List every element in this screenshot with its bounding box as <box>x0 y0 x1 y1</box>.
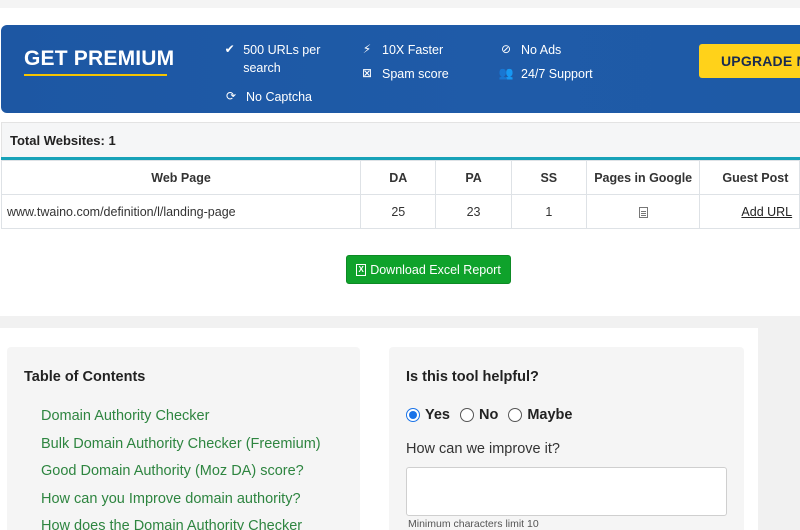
excel-icon: X <box>356 263 367 276</box>
min-characters-note: Minimum characters limit 10 <box>408 518 539 530</box>
download-excel-button[interactable]: X Download Excel Report <box>346 255 511 284</box>
feedback-options: Yes No Maybe <box>406 407 582 423</box>
toc-list: Domain Authority Checker Bulk Domain Aut… <box>41 407 321 530</box>
radio-no[interactable]: No <box>460 407 498 423</box>
banner-title-underline <box>24 74 167 76</box>
feature-no-ads: ⊘ No Ads <box>498 41 561 59</box>
toc-item[interactable]: Domain Authority Checker <box>41 407 321 435</box>
col-pa: PA <box>435 160 512 195</box>
users-icon: 👥 <box>498 66 514 80</box>
radio-yes-control[interactable] <box>406 408 420 422</box>
upgrade-button[interactable]: UPGRADE NOW <box>699 44 800 78</box>
table-header-row: Web Page DA PA SS Pages in Google Guest … <box>0 160 800 195</box>
row-guest-post: Add URL <box>699 194 800 229</box>
toc-item[interactable]: Good Domain Authority (Moz DA) score? <box>41 462 321 490</box>
improve-textarea[interactable] <box>406 467 727 516</box>
radio-maybe[interactable]: Maybe <box>508 407 572 423</box>
col-guest-post: Guest Post <box>699 160 800 195</box>
document-icon[interactable] <box>638 206 648 218</box>
results-table: Web Page DA PA SS Pages in Google Guest … <box>0 160 800 229</box>
feature-10x-faster: ⚡ 10X Faster <box>359 41 443 59</box>
feature-spam-score: ⊠ Spam score <box>359 65 449 83</box>
improve-label: How can we improve it? <box>406 441 560 457</box>
radio-maybe-control[interactable] <box>508 408 523 422</box>
banner-title: GET PREMIUM <box>24 47 175 70</box>
feature-500-urls: ✔ 500 URLs per search <box>224 42 321 75</box>
check-icon: ✔ <box>224 42 235 56</box>
feature-no-captcha: ⟳ No Captcha <box>223 88 312 106</box>
add-url-link[interactable]: Add URL <box>741 205 792 219</box>
top-strip <box>0 0 800 8</box>
toc-item[interactable]: How does the Domain Authority Checker <box>41 517 321 530</box>
row-pa: 23 <box>435 194 512 229</box>
row-pages-in-google <box>585 194 701 229</box>
toc-title: Table of Contents <box>24 369 146 385</box>
radio-yes[interactable]: Yes <box>406 407 450 423</box>
total-websites: Total Websites: 1 <box>1 122 800 158</box>
col-pages-in-google: Pages in Google <box>585 160 701 195</box>
radio-no-control[interactable] <box>460 408 474 422</box>
feedback-title: Is this tool helpful? <box>406 369 539 385</box>
table-row: www.twaino.com/definition/l/landing-page… <box>0 194 800 229</box>
feature-support: 👥 24/7 Support <box>498 66 593 81</box>
feedback-card: Is this tool helpful? Yes No Maybe How c… <box>389 347 744 530</box>
row-da: 25 <box>360 194 437 229</box>
toc-item[interactable]: How can you Improve domain authority? <box>41 490 321 518</box>
premium-banner: GET PREMIUM ✔ 500 URLs per search ⟳ No C… <box>1 25 800 113</box>
col-web-page: Web Page <box>0 160 362 195</box>
row-ss: 1 <box>510 194 587 229</box>
toc-card: Table of Contents Domain Authority Check… <box>7 347 360 530</box>
col-ss: SS <box>510 160 587 195</box>
bolt-icon: ⚡ <box>362 42 372 56</box>
refresh-icon: ⟳ <box>225 89 237 103</box>
col-da: DA <box>360 160 437 195</box>
close-box-icon: ⊠ <box>361 66 373 80</box>
toc-item[interactable]: Bulk Domain Authority Checker (Freemium) <box>41 435 321 463</box>
download-excel-label: Download Excel Report <box>370 262 501 277</box>
row-url: www.twaino.com/definition/l/landing-page <box>0 194 362 229</box>
ban-icon: ⊘ <box>500 42 512 56</box>
